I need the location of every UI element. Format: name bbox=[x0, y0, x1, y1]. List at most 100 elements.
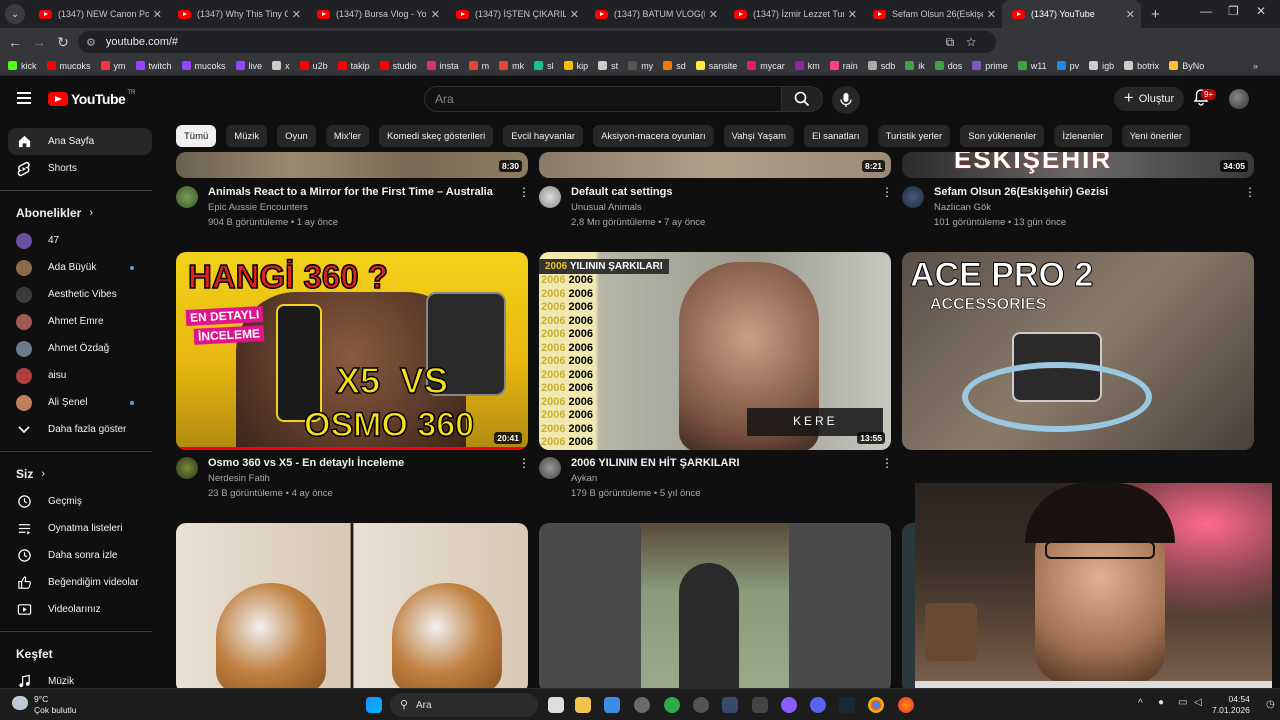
clock[interactable]: 04:54 7.01.2026 bbox=[1212, 694, 1250, 716]
subscription-item[interactable]: Ada Büyük bbox=[0, 254, 152, 281]
channel-avatar[interactable] bbox=[539, 186, 561, 208]
video-title[interactable]: Animals React to a Mirror for the First … bbox=[208, 186, 493, 198]
filter-chip[interactable]: Mix'ler bbox=[325, 125, 369, 147]
account-avatar[interactable] bbox=[1229, 89, 1249, 109]
video-thumbnail[interactable] bbox=[539, 523, 891, 688]
close-tab-icon[interactable]: ✕ bbox=[1126, 8, 1135, 21]
bookmark-item[interactable]: x bbox=[272, 61, 290, 71]
bookmark-item[interactable]: dos bbox=[934, 61, 962, 71]
channel-name[interactable]: Unusual Animals bbox=[571, 202, 642, 213]
bookmark-star-icon[interactable]: ⧉☆ bbox=[946, 35, 988, 50]
channel-name[interactable]: Nerdesin Fatih bbox=[208, 473, 270, 484]
firefox-icon[interactable] bbox=[898, 697, 914, 713]
search-button[interactable] bbox=[781, 86, 823, 112]
filter-chip[interactable]: Vahşi Yaşam bbox=[723, 125, 795, 147]
scrollbar[interactable] bbox=[1272, 76, 1280, 688]
weather-widget[interactable]: 9°C Çok bulutlu bbox=[12, 694, 77, 716]
channel-name[interactable]: Epic Aussie Encounters bbox=[208, 202, 308, 213]
filter-chip[interactable]: Komedi skeç gösterileri bbox=[378, 125, 494, 147]
channel-avatar[interactable] bbox=[176, 457, 198, 479]
subscription-item[interactable]: Aesthetic Vibes bbox=[0, 281, 152, 308]
bookmark-item[interactable]: sd bbox=[663, 61, 686, 71]
bookmark-item[interactable]: sansite bbox=[695, 61, 737, 71]
youtube-logo[interactable]: YouTube TR bbox=[48, 90, 135, 107]
minimize-button[interactable]: — bbox=[1200, 4, 1212, 18]
video-thumbnail[interactable]: 8:30 bbox=[176, 152, 528, 178]
bookmark-item[interactable]: prime bbox=[972, 61, 1008, 71]
channel-avatar[interactable] bbox=[902, 186, 924, 208]
browser-tab[interactable]: (1347) İŞTEN ÇIKARILDIM ✕ bbox=[446, 0, 585, 28]
sidebar-item-music[interactable]: Müzik bbox=[0, 668, 152, 688]
channel-avatar[interactable] bbox=[539, 457, 561, 479]
bookmark-item[interactable]: kip bbox=[563, 61, 588, 71]
close-tab-icon[interactable]: ✕ bbox=[431, 8, 440, 21]
browser-tab[interactable]: (1347) BATUM VLOG(ilk y ✕ bbox=[585, 0, 724, 28]
filter-chip[interactable]: Tümü bbox=[176, 125, 217, 147]
subscription-item[interactable]: Ahmet Emre bbox=[0, 308, 152, 335]
video-title[interactable]: Sefam Olsun 26(Eskişehir) Gezisi bbox=[934, 186, 1108, 198]
subscription-item[interactable]: 47 bbox=[0, 227, 152, 254]
app-icon[interactable] bbox=[781, 697, 797, 713]
app-icon[interactable] bbox=[722, 697, 738, 713]
bookmark-item[interactable]: igb bbox=[1089, 61, 1114, 71]
bookmark-item[interactable]: mucoks bbox=[46, 61, 91, 71]
more-actions-icon[interactable]: ⋮ bbox=[881, 185, 893, 199]
filter-chip[interactable]: El sanatları bbox=[804, 125, 868, 147]
reload-button[interactable]: ↻ bbox=[51, 34, 75, 51]
site-info-icon[interactable]: ⚙ bbox=[86, 36, 96, 49]
forward-button[interactable]: → bbox=[27, 34, 51, 50]
bookmark-item[interactable]: pv bbox=[1056, 61, 1079, 71]
close-window-button[interactable]: ✕ bbox=[1256, 4, 1266, 18]
filter-chip[interactable]: Son yüklenenler bbox=[960, 125, 1045, 147]
bookmark-item[interactable]: mycar bbox=[747, 61, 785, 71]
bookmark-item[interactable]: mk bbox=[499, 61, 524, 71]
bookmark-item[interactable]: insta bbox=[426, 61, 459, 71]
sidebar-item-your-videos[interactable]: Videolarınız bbox=[0, 596, 152, 623]
bookmark-item[interactable]: takip bbox=[337, 61, 370, 71]
steam-icon[interactable] bbox=[839, 697, 855, 713]
sidebar-item-watch-later[interactable]: Daha sonra izle bbox=[0, 542, 152, 569]
close-tab-icon[interactable]: ✕ bbox=[709, 8, 718, 21]
app-icon[interactable] bbox=[752, 697, 768, 713]
sidebar-item-playlists[interactable]: Oynatma listeleri bbox=[0, 515, 152, 542]
channel-name[interactable]: Aykan bbox=[571, 473, 597, 484]
file-explorer-icon[interactable] bbox=[575, 697, 591, 713]
bookmark-item[interactable]: m bbox=[468, 61, 489, 71]
bookmark-item[interactable]: kick bbox=[8, 61, 37, 71]
video-title[interactable]: Default cat settings bbox=[571, 186, 672, 198]
more-actions-icon[interactable]: ⋮ bbox=[881, 456, 893, 470]
bookmark-item[interactable]: ik bbox=[905, 61, 925, 71]
app-icon[interactable] bbox=[664, 697, 680, 713]
close-tab-icon[interactable]: ✕ bbox=[292, 8, 301, 21]
video-thumbnail[interactable]: 8:21 bbox=[539, 152, 891, 178]
start-icon[interactable] bbox=[366, 697, 382, 713]
maximize-button[interactable]: ❐ bbox=[1228, 4, 1239, 18]
bookmark-item[interactable]: w11 bbox=[1017, 61, 1047, 71]
bookmark-item[interactable]: mucoks bbox=[181, 61, 226, 71]
video-title[interactable]: 2006 YILININ EN HİT ŞARKILARI bbox=[571, 457, 740, 469]
more-actions-icon[interactable]: ⋮ bbox=[1244, 185, 1256, 199]
close-tab-icon[interactable]: ✕ bbox=[987, 8, 996, 21]
bookmark-item[interactable]: twitch bbox=[135, 61, 172, 71]
subscription-item[interactable]: Ali Şenel bbox=[0, 389, 152, 416]
browser-tab[interactable]: (1347) Bursa Vlog - YouTube ✕ bbox=[307, 0, 446, 28]
video-thumbnail[interactable]: HANGİ 360 ? EN DETAYLI İNCELEME X5 VS OS… bbox=[176, 252, 528, 450]
voice-search-button[interactable] bbox=[832, 86, 860, 114]
new-tab-button[interactable]: + bbox=[1151, 6, 1160, 23]
filter-chip[interactable]: Yeni öneriler bbox=[1121, 125, 1191, 147]
bookmark-item[interactable]: live bbox=[235, 61, 262, 71]
taskbar-search[interactable]: ⚲ Ara bbox=[390, 693, 538, 717]
channel-avatar[interactable] bbox=[176, 186, 198, 208]
task-view-icon[interactable] bbox=[548, 697, 564, 713]
bookmark-item[interactable]: ym bbox=[100, 61, 126, 71]
bookmark-item[interactable]: rain bbox=[829, 61, 858, 71]
sidebar-item-like[interactable]: Beğendiğim videolar bbox=[0, 569, 152, 596]
filter-chip[interactable]: Müzik bbox=[226, 125, 268, 147]
bookmark-item[interactable]: sdb bbox=[867, 61, 895, 71]
sidebar-item-home[interactable]: Ana Sayfa bbox=[8, 128, 152, 155]
close-tab-icon[interactable]: ✕ bbox=[848, 8, 857, 21]
filter-chip[interactable]: Oyun bbox=[277, 125, 316, 147]
sidebar-item-shorts[interactable]: Shorts bbox=[0, 155, 152, 182]
discord-icon[interactable] bbox=[810, 697, 826, 713]
microphone-tray-icon[interactable]: ● bbox=[1158, 697, 1164, 708]
